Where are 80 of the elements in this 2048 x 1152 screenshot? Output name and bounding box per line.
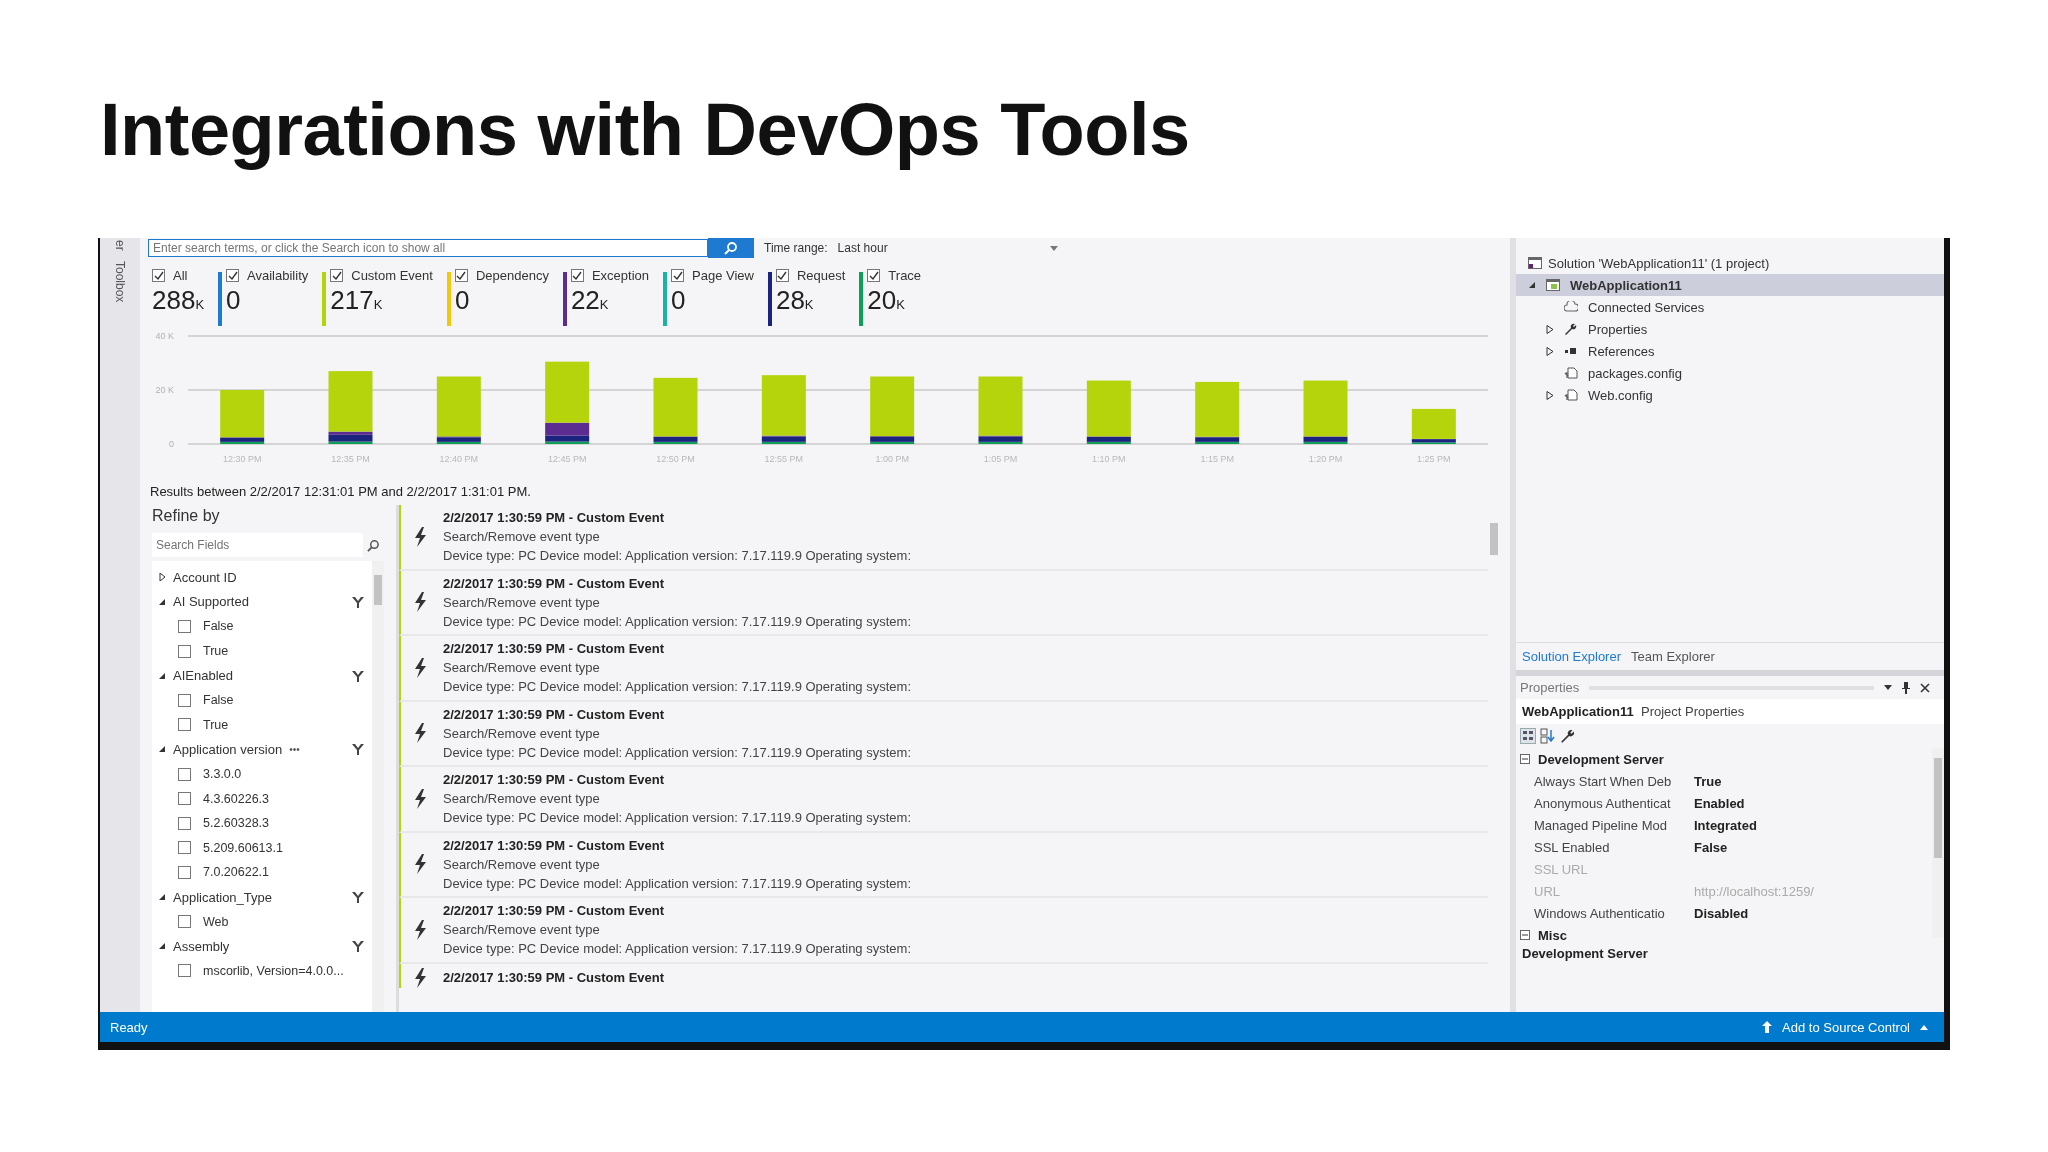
event-details: Device type: PC Device model: Application version: 7.17.119.9 Operating system: (443, 743, 911, 762)
category-name: Development Server (1538, 751, 1664, 767)
event-type: Search/Remove event type (443, 921, 601, 940)
filter-label: Exception (591, 268, 649, 283)
event-title: 2/2/2017 1:30:59 PM - Custom Event (443, 640, 666, 659)
event-title: 2/2/2017 1:30:59 PM - Custom Event (443, 836, 666, 855)
results-summary: Results between 2/2/2017 12:31:01 PM and 2/2/2017 1:31:01 PM. (149, 483, 532, 501)
property-name: Windows Authenticatio (1534, 905, 1666, 921)
filter-label: Page View (692, 268, 754, 283)
axis-label: 1:00 PM (875, 454, 909, 464)
event-title: 2/2/2017 1:30:59 PM - Custom Event (443, 968, 665, 987)
axis-label: 1:20 PM (1308, 454, 1343, 464)
option-label: True (203, 644, 229, 659)
event-details: Device type: PC Device model: Application version: 7.17.119.9 Operating system: (443, 678, 911, 697)
axis-label: 12:50 PM (656, 454, 695, 464)
filter-label: Request (796, 268, 846, 283)
event-details: Device type: PC Device model: Application version: 7.17.119.9 Operating system: (443, 874, 911, 893)
axis-label: 0 (169, 439, 174, 449)
event-details: Device type: PC Device model: Application version: 7.17.119.9 Operating system: (443, 547, 911, 566)
option-label: mscorlib, Version=4.0.0... (203, 963, 344, 978)
axis-label: 1:25 PM (1417, 454, 1451, 464)
axis-label: 12:45 PM (547, 454, 587, 464)
category-name: Misc (1538, 927, 1567, 943)
filter-label: Trace (888, 268, 922, 283)
option-label: 4.3.60226.3 (203, 791, 270, 806)
event-count: 22K (570, 287, 610, 313)
description-title: Development Server (1521, 945, 1649, 963)
option-label: False (203, 619, 234, 634)
event-title: 2/2/2017 1:30:59 PM - Custom Event (443, 574, 666, 593)
panel-title: Properties (1520, 680, 1580, 695)
axis-label: 40 K (155, 331, 174, 341)
event-details: Device type: PC Device model: Application version: 7.17.119.9 Operating system: (443, 940, 911, 959)
event-title: 2/2/2017 1:30:59 PM - Custom Event (443, 705, 666, 724)
event-count: 217K (330, 287, 384, 313)
slide-title: Integrations with DevOps Tools (100, 87, 1191, 173)
property-name: Always Start When Deb (1534, 773, 1673, 789)
axis-label: 1:15 PM (1200, 454, 1234, 464)
axis-label: 12:40 PM (439, 454, 479, 464)
filter-label: Dependency (475, 268, 549, 283)
property-name: Managed Pipeline Mod (1534, 817, 1668, 833)
panel-title: Refine by (152, 506, 221, 526)
event-type: Search/Remove event type (443, 855, 601, 874)
option-label: 5.2.60328.3 (203, 816, 270, 831)
axis-label: 20 K (155, 385, 174, 395)
option-label: 5.209.60613.1 (203, 840, 283, 855)
event-count: 288K (152, 287, 205, 313)
event-details: Device type: PC Device model: Application version: 7.17.119.9 Operating system: (443, 809, 911, 828)
filter-label: Custom Event (351, 268, 433, 283)
axis-label: 12:55 PM (764, 454, 804, 464)
event-count: 20K (867, 287, 906, 313)
option-label: True (203, 717, 229, 732)
property-name: Anonymous Authenticat (1534, 795, 1672, 811)
event-count: 0 (454, 287, 471, 313)
event-title: 2/2/2017 1:30:59 PM - Custom Event (443, 771, 666, 790)
time-range-label: Time range: (764, 241, 828, 255)
event-type: Search/Remove event type (443, 528, 601, 547)
event-type: Search/Remove event type (443, 659, 601, 678)
option-label: 3.3.0.0 (203, 767, 242, 782)
event-type: Search/Remove event type (443, 790, 601, 809)
event-count: 28K (775, 287, 815, 313)
option-label: False (203, 693, 234, 708)
event-type: Search/Remove event type (443, 593, 601, 612)
property-name: URL (1534, 883, 1561, 899)
axis-label: 1:05 PM (983, 454, 1018, 464)
option-label: Web (203, 914, 229, 929)
event-details: Device type: PC Device model: Application version: 7.17.119.9 Operating system: (443, 612, 911, 631)
filter-label: All (173, 268, 188, 283)
property-name: SSL URL (1534, 861, 1589, 877)
filter-label: Availability (247, 268, 309, 283)
axis-label: 12:35 PM (331, 454, 370, 464)
status-text: Ready (110, 1019, 148, 1035)
event-type: Search/Remove event type (443, 724, 601, 743)
event-title: 2/2/2017 1:30:59 PM - Custom Event (443, 509, 666, 528)
event-title: 2/2/2017 1:30:59 PM - Custom Event (443, 902, 666, 921)
axis-label: 1:10 PM (1092, 454, 1126, 464)
property-name: SSL Enabled (1534, 839, 1611, 855)
axis-label: 12:30 PM (222, 454, 262, 464)
event-count: 0 (226, 287, 242, 313)
event-count: 0 (671, 287, 687, 313)
option-label: 7.0.20622.1 (203, 865, 270, 880)
